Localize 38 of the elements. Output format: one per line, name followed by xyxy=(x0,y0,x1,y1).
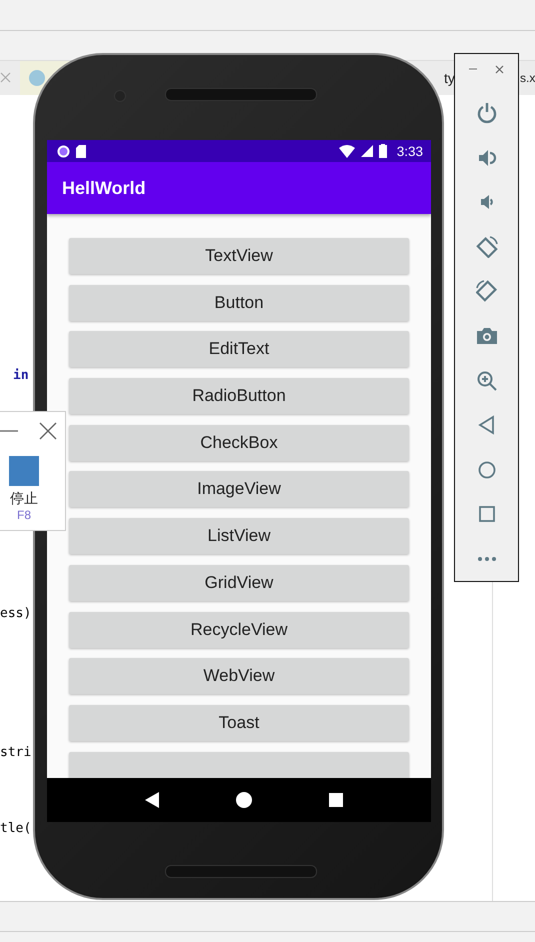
home-icon[interactable] xyxy=(236,792,252,808)
app-button[interactable]: Button xyxy=(69,284,409,321)
app-button[interactable]: WebView xyxy=(69,658,409,694)
status-time: 3:33 xyxy=(396,144,423,158)
power-icon[interactable] xyxy=(476,102,498,124)
shortcut-label: F8 xyxy=(16,508,31,522)
close-icon[interactable] xyxy=(495,65,504,74)
back-icon[interactable] xyxy=(145,792,160,808)
zoom-icon[interactable] xyxy=(476,370,498,392)
rotate-right-icon[interactable] xyxy=(476,280,498,302)
editor-tab[interactable]: s.x xyxy=(520,69,535,87)
app-button[interactable]: ListView xyxy=(69,518,409,554)
app-button[interactable]: RecycleView xyxy=(69,612,409,648)
battery-icon xyxy=(378,144,387,158)
rotate-left-icon[interactable] xyxy=(476,236,498,258)
editor-tab[interactable]: ty xyxy=(444,69,455,87)
app-title: HellWorld xyxy=(62,178,146,198)
code-line: in xyxy=(13,367,29,385)
app-button[interactable]: Toast xyxy=(69,704,409,741)
app-button[interactable]: CheckBox xyxy=(69,424,409,461)
app-button[interactable]: TextView xyxy=(69,238,409,274)
record-icon xyxy=(57,144,70,158)
code-line: stri xyxy=(0,744,32,762)
file-icon xyxy=(28,69,46,87)
wifi-icon xyxy=(338,144,355,158)
recents-icon[interactable] xyxy=(328,793,343,807)
stop-label: 停止 xyxy=(10,490,38,508)
app-button[interactable]: ImageView xyxy=(69,471,409,508)
camera-icon[interactable] xyxy=(476,325,498,347)
sd-card-icon xyxy=(76,144,86,158)
close-icon[interactable] xyxy=(39,422,57,440)
app-button[interactable]: GridView xyxy=(69,564,409,601)
signal-icon xyxy=(360,145,373,157)
code-line: ess) xyxy=(0,605,32,623)
minimize-icon[interactable] xyxy=(0,430,18,432)
app-button[interactable]: RadioButton xyxy=(69,378,409,414)
code-line: tle( xyxy=(0,820,32,838)
app-button[interactable]: EditText xyxy=(69,331,409,368)
